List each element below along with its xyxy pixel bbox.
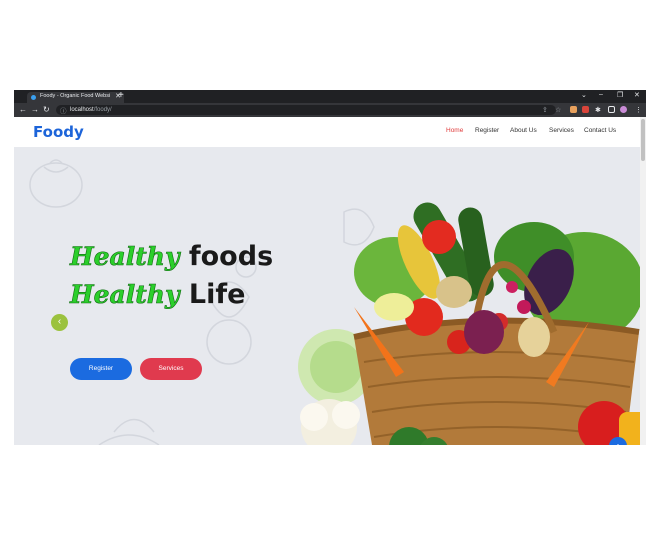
minimize-button[interactable]: –	[599, 91, 603, 98]
address-bar[interactable]: ⓘ localhost/foody/	[56, 105, 556, 115]
nav-services[interactable]: Services	[549, 127, 574, 134]
url-text: localhost/foody/	[70, 107, 112, 113]
share-icon[interactable]: ⇪	[542, 106, 548, 114]
extension-icon[interactable]	[582, 106, 589, 113]
hero-word: Life	[188, 279, 246, 310]
carousel-prev-button[interactable]: ‹	[51, 314, 68, 331]
url-host: localhost	[70, 106, 94, 113]
back-icon[interactable]: ←	[19, 105, 27, 114]
hero-heading-line-2: Healthy Life	[70, 279, 246, 310]
url-path: /foody/	[93, 106, 112, 113]
scrollbar-thumb[interactable]	[641, 119, 645, 161]
nav-about-us[interactable]: About Us	[510, 127, 537, 134]
hero-script-word: Healthy	[70, 242, 180, 272]
toolbar: ← → ↻ ⓘ localhost/foody/ ⇪ ☆ ✱ ⋮	[14, 103, 646, 117]
nav-register[interactable]: Register	[475, 127, 499, 134]
forward-icon[interactable]: →	[31, 105, 39, 114]
hero-carousel: Healthy foods Healthy Life ‹ Register Se…	[14, 147, 640, 445]
browser-window: Foody - Organic Food Website Te ✕ + ⌄ – …	[14, 90, 646, 445]
extension-icon[interactable]	[570, 106, 577, 113]
hero-script-word: Healthy	[70, 280, 180, 310]
side-panel-icon[interactable]	[608, 106, 615, 113]
reload-icon[interactable]: ↻	[43, 105, 50, 114]
page-scrollbar[interactable]	[640, 117, 646, 445]
profile-avatar[interactable]	[620, 106, 627, 113]
more-menu-icon[interactable]: ⋮	[635, 106, 642, 114]
hero-heading-line-1: Healthy foods	[70, 241, 273, 272]
tab-search-icon[interactable]: ⌄	[581, 91, 587, 99]
tab-bar: Foody - Organic Food Website Te ✕ + ⌄ – …	[14, 90, 646, 103]
site-info-icon[interactable]: ⓘ	[60, 105, 67, 115]
hero-word: foods	[188, 241, 274, 272]
register-button[interactable]: Register	[70, 358, 132, 380]
favicon-icon	[31, 95, 36, 100]
browser-tab[interactable]: Foody - Organic Food Website Te ✕	[27, 92, 124, 103]
maximize-button[interactable]: ❐	[617, 91, 623, 99]
new-tab-button[interactable]: +	[118, 90, 124, 101]
site-header: Foody Home Register About Us Services Co…	[14, 117, 640, 147]
nav-contact-us[interactable]: Contact Us	[584, 127, 616, 134]
vegetable-basket-image	[298, 202, 640, 445]
site-logo[interactable]: Foody	[33, 123, 84, 141]
web-page: Foody Home Register About Us Services Co…	[14, 117, 646, 445]
tab-title: Foody - Organic Food Website Te	[40, 93, 110, 99]
nav-home[interactable]: Home	[446, 127, 463, 134]
bookmark-star-icon[interactable]: ☆	[555, 106, 561, 114]
services-button[interactable]: Services	[140, 358, 202, 380]
close-window-button[interactable]: ✕	[634, 91, 640, 99]
extensions-puzzle-icon[interactable]: ✱	[595, 106, 601, 114]
